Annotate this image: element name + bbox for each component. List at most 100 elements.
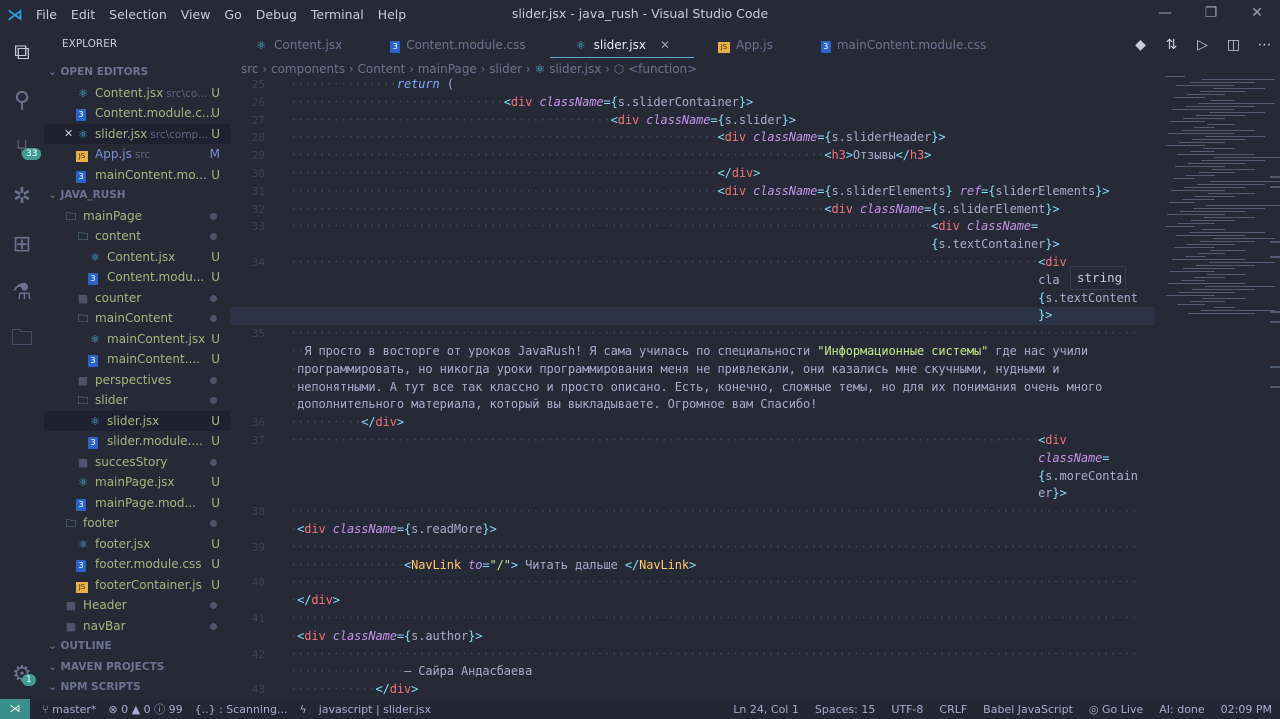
tree-item[interactable]: ⚛ slider.jsx U xyxy=(44,410,230,431)
language-path[interactable]: javascript | slider.jsx xyxy=(319,703,431,716)
tree-item[interactable]: 🗀 footer xyxy=(44,513,230,533)
code-line[interactable]: 30 ······································… xyxy=(230,165,1155,183)
breadcrumb-item[interactable]: src xyxy=(241,62,259,76)
section-header[interactable]: ⌄ OPEN EDITORS xyxy=(44,62,230,82)
breadcrumb-item[interactable]: Content xyxy=(358,62,406,76)
run-icon[interactable]: ▷ xyxy=(1187,32,1218,58)
menu-selection[interactable]: Selection xyxy=(109,7,167,22)
code-line[interactable]: ················<NavLink to="/"> Читать … xyxy=(230,557,1155,575)
tree-item[interactable]: ■ navBar xyxy=(44,616,230,636)
close-tab-icon[interactable]: ✕ xyxy=(660,38,670,52)
cursor-position[interactable]: Ln 24, Col 1 xyxy=(733,703,799,716)
menu-terminal[interactable]: Terminal xyxy=(311,7,364,22)
code-line[interactable]: }> xyxy=(230,307,1155,326)
tab-app-js[interactable]: JS App.js xyxy=(694,32,797,58)
compare-changes-icon[interactable]: ⇅ xyxy=(1156,32,1187,58)
tree-item[interactable]: ■ counter xyxy=(44,288,230,308)
code-line[interactable]: {s.textContent xyxy=(230,290,1155,308)
code-line[interactable]: ·программировать, но никогда уроки прогр… xyxy=(230,361,1155,379)
menu-go[interactable]: Go xyxy=(224,7,241,22)
search-icon[interactable]: ⚲ xyxy=(0,76,44,124)
code-line[interactable]: 31 ······································… xyxy=(230,183,1155,201)
tree-item[interactable]: ■ succesStory xyxy=(44,452,230,472)
encoding[interactable]: UTF-8 xyxy=(891,703,923,716)
menu-edit[interactable]: Edit xyxy=(71,7,95,22)
code-line[interactable]: 33 ······································… xyxy=(230,218,1155,236)
tab-content-module-css[interactable]: 3 Content.module.css xyxy=(366,32,549,58)
line-ending[interactable]: CRLF xyxy=(939,703,967,716)
close-icon[interactable]: ✕ xyxy=(1234,0,1280,26)
section-header[interactable]: ⌄ OUTLINE xyxy=(44,636,230,656)
code-line[interactable]: 27 ······································… xyxy=(230,112,1155,130)
tree-item[interactable]: 🗀 mainPage xyxy=(44,206,230,226)
vertical-scrollbar[interactable] xyxy=(1270,76,1280,698)
extensions-icon[interactable]: ⊞ xyxy=(0,220,44,268)
code-line[interactable]: ·<div className={s.readMore}> xyxy=(230,521,1155,539)
tree-item[interactable]: 3 slider.module.... U xyxy=(44,431,230,451)
tree-item[interactable]: ■ perspectives xyxy=(44,370,230,390)
code-line[interactable]: ·</div> xyxy=(230,592,1155,610)
indentation[interactable]: Spaces: 15 xyxy=(815,703,875,716)
section-header[interactable]: ⌄ NPM SCRIPTS xyxy=(44,677,230,697)
tree-item[interactable]: ⚛ mainContent.jsx U xyxy=(44,329,230,349)
code-line[interactable]: 39 ······································… xyxy=(230,539,1155,557)
menu-file[interactable]: File xyxy=(36,7,57,22)
code-line[interactable]: 34 ······································… xyxy=(230,254,1155,272)
code-line[interactable]: 37 ······································… xyxy=(230,432,1155,450)
code-line[interactable]: 38 ······································… xyxy=(230,503,1155,521)
tree-item[interactable]: ⚛ Content.jsx U xyxy=(44,247,230,267)
tree-item[interactable]: 3 mainContent.mo... U xyxy=(44,165,230,185)
menu-view[interactable]: View xyxy=(181,7,211,22)
tree-item[interactable]: 3 Content.modu... U xyxy=(44,267,230,287)
code-line[interactable]: ··Я просто в восторге от уроков JavaRush… xyxy=(230,343,1155,361)
tree-item[interactable]: ✕ ⚛ slider.jsx src\comp... U xyxy=(44,123,230,144)
tab-slider-jsx[interactable]: ⚛ slider.jsx ✕ xyxy=(549,32,694,58)
tree-item[interactable]: ■ Header xyxy=(44,595,230,615)
settings-gear-icon[interactable]: ⚙ 1 xyxy=(0,650,44,698)
test-flask-icon[interactable]: ⚗ xyxy=(0,268,44,316)
breadcrumb-item[interactable]: <function> xyxy=(628,62,697,76)
code-line[interactable]: 41 ······································… xyxy=(230,610,1155,628)
menu-help[interactable]: Help xyxy=(378,7,407,22)
tree-item[interactable]: ⚛ mainPage.jsx U xyxy=(44,472,230,492)
code-editor[interactable]: 25 ···············return (26 ·············… xyxy=(230,76,1155,698)
tree-item[interactable]: 🗀 mainContent xyxy=(44,308,230,328)
tree-item[interactable]: 🗀 slider xyxy=(44,390,230,410)
code-line[interactable]: 36 ··········</div> xyxy=(230,414,1155,432)
tree-item[interactable]: ⚛ footer.jsx U xyxy=(44,534,230,554)
code-line[interactable]: 25 ···············return ( xyxy=(230,76,1155,94)
code-line[interactable]: cla xyxy=(230,272,1155,290)
menu-debug[interactable]: Debug xyxy=(256,7,297,22)
code-line[interactable]: ·<div className={s.author}> xyxy=(230,628,1155,646)
code-line[interactable]: 35 ······································… xyxy=(230,325,1155,343)
code-line[interactable]: ················— Сайра Андасбаева xyxy=(230,663,1155,681)
files-icon[interactable]: ⧉ xyxy=(0,28,44,76)
tree-item[interactable]: JS footerContainer.js U xyxy=(44,575,230,595)
code-line[interactable]: 42 ······································… xyxy=(230,646,1155,664)
section-header[interactable]: ⌄ MAVEN PROJECTS xyxy=(44,657,230,677)
branch-status[interactable]: ⑂ master* xyxy=(42,703,96,716)
code-line[interactable]: 26 ······························<div cla… xyxy=(230,94,1155,112)
tab-content-jsx[interactable]: ⚛ Content.jsx xyxy=(230,32,366,58)
code-line[interactable]: 40 ······································… xyxy=(230,574,1155,592)
folder-icon[interactable]: 🗀 xyxy=(0,316,44,364)
section-header[interactable]: ⌄ JAVA_RUSH xyxy=(44,185,230,205)
tree-item[interactable]: 3 footer.module.css U xyxy=(44,554,230,574)
breadcrumb-item[interactable]: slider.jsx xyxy=(549,62,601,76)
tree-item[interactable]: 3 mainContent.... U xyxy=(44,349,230,369)
code-line[interactable]: 28 ······································… xyxy=(230,129,1155,147)
go-live-button[interactable]: ◎ Go Live xyxy=(1089,703,1143,716)
breadcrumb-item[interactable]: components xyxy=(271,62,345,76)
code-line[interactable]: {s.textContainer}> xyxy=(230,236,1155,254)
breadcrumb-item[interactable]: slider xyxy=(489,62,522,76)
tree-item[interactable]: 🗀 content xyxy=(44,226,230,246)
code-line[interactable]: er}> xyxy=(230,485,1155,503)
code-line[interactable]: {s.moreContain xyxy=(230,468,1155,486)
restore-icon[interactable]: ❐ xyxy=(1188,0,1234,26)
language-mode[interactable]: Babel JavaScript xyxy=(983,703,1073,716)
git-icon[interactable]: ◆ xyxy=(1125,32,1156,58)
remote-icon[interactable]: ⋊ xyxy=(0,699,30,719)
code-line[interactable]: 29 ······································… xyxy=(230,147,1155,165)
code-line[interactable]: 43 ············</div> xyxy=(230,681,1155,698)
code-line[interactable]: 32 ······································… xyxy=(230,201,1155,219)
